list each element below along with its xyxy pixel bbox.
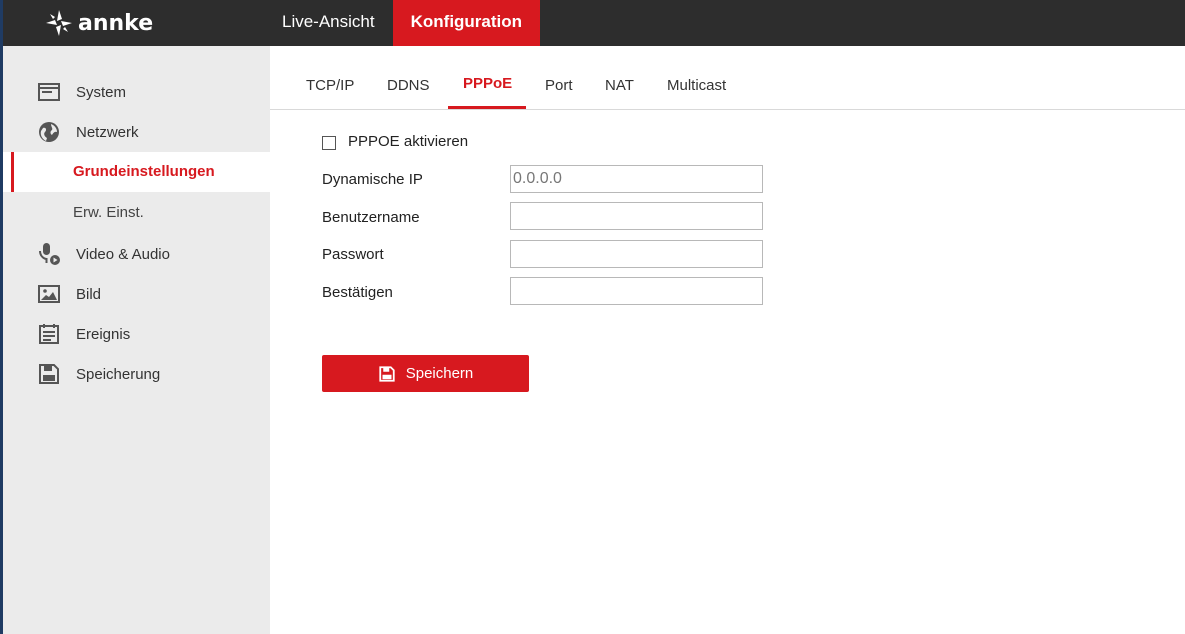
tab-port[interactable]: Port: [545, 46, 573, 109]
system-icon: [38, 83, 60, 101]
sidebar-item-label: Speicherung: [76, 365, 161, 383]
sidebar-item-storage[interactable]: Speicherung: [3, 354, 270, 394]
sidebar-item-label: Bild: [76, 285, 102, 303]
save-icon: [379, 365, 395, 382]
sidebar-item-event[interactable]: Ereignis: [3, 314, 270, 354]
dynamic-ip-label: Dynamische IP: [322, 171, 423, 188]
logo: annke: [44, 6, 153, 40]
confirm-password-label: Bestätigen: [322, 284, 393, 301]
sidebar-item-video-audio[interactable]: Video & Audio: [3, 234, 270, 274]
save-button[interactable]: Speichern: [322, 355, 529, 392]
logo-text: annke: [78, 10, 154, 36]
username-label: Benutzername: [322, 209, 420, 226]
tab-tcpip[interactable]: TCP/IP: [306, 46, 354, 109]
annke-logo-icon: [46, 10, 72, 36]
sidebar-item-network[interactable]: Netzwerk: [3, 112, 270, 152]
calendar-icon: [39, 324, 59, 344]
sidebar-item-label: Netzwerk: [76, 123, 139, 141]
image-icon: [38, 285, 60, 303]
username-field[interactable]: [510, 202, 763, 230]
enable-pppoe-checkbox[interactable]: [322, 136, 336, 150]
confirm-password-field[interactable]: [510, 277, 763, 305]
globe-icon: [39, 122, 59, 142]
sidebar-item-image[interactable]: Bild: [3, 274, 270, 314]
topnav-configuration[interactable]: Konfiguration: [392, 0, 541, 46]
sidebar-item-label: System: [76, 83, 127, 101]
storage-icon: [39, 364, 59, 384]
password-field[interactable]: [510, 240, 763, 268]
tab-pppoe[interactable]: PPPoE: [463, 46, 512, 109]
sidebar-subitem-label: Erw. Einst.: [73, 204, 144, 221]
sidebar-subitem-basic-settings[interactable]: Grundeinstellungen: [3, 152, 270, 192]
sidebar-subitem-advanced-settings[interactable]: Erw. Einst.: [3, 193, 270, 233]
top-bar: annke Live-Ansicht Konfiguration: [0, 0, 1185, 46]
window-edge: [0, 0, 3, 634]
tab-nat[interactable]: NAT: [605, 46, 634, 109]
tab-multicast[interactable]: Multicast: [667, 46, 726, 109]
sidebar-item-label: Video & Audio: [76, 245, 170, 263]
tab-ddns[interactable]: DDNS: [387, 46, 430, 109]
password-label: Passwort: [322, 246, 384, 263]
top-navigation: Live-Ansicht Konfiguration: [264, 0, 541, 46]
video-audio-icon: [39, 243, 60, 265]
active-tab-indicator: [448, 106, 526, 109]
dynamic-ip-field[interactable]: [510, 165, 763, 193]
topnav-live-view[interactable]: Live-Ansicht: [264, 0, 393, 46]
sidebar-item-system[interactable]: System: [3, 72, 270, 112]
sidebar: System Netzwerk Grundeinstellungen Erw. …: [3, 46, 270, 634]
enable-pppoe-row: PPPOE aktivieren: [322, 132, 468, 150]
sidebar-subitem-label: Grundeinstellungen: [73, 163, 215, 180]
save-button-label: Speichern: [405, 365, 474, 382]
enable-pppoe-label: PPPOE aktivieren: [348, 132, 469, 150]
sidebar-item-label: Ereignis: [76, 325, 131, 343]
tab-bar: TCP/IP DDNS PPPoE Port NAT Multicast: [270, 46, 1185, 110]
